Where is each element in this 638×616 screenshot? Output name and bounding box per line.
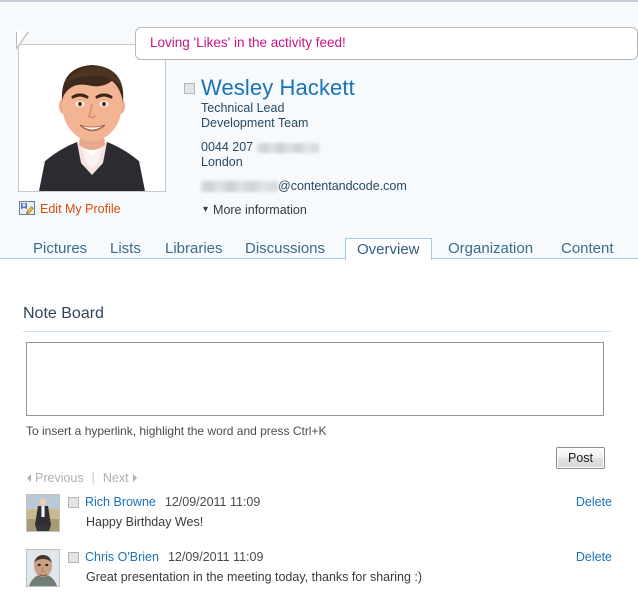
previous-arrow-icon [27,474,31,482]
post-button[interactable]: Post [556,447,605,469]
note-board-divider [23,331,612,332]
note-author-link[interactable]: Chris O'Brien [85,550,159,564]
tab-pictures[interactable]: Pictures [22,238,98,259]
note-board-pager: Previous | Next [27,471,137,485]
activity-callout-text: Loving 'Likes' in the activity feed! [150,35,346,50]
detail-spacer-1 [184,131,407,140]
note-body: Happy Birthday Wes! [86,515,204,529]
note-author-link[interactable]: Rich Browne [85,495,156,509]
profile-email-domain: @contentandcode.com [278,179,407,193]
pager-separator: | [91,471,95,485]
overview-content-panel: Note Board To insert a hyperlink, highli… [0,259,638,616]
tab-libraries[interactable]: Libraries [154,238,234,259]
profile-job-title: Technical Lead [201,101,285,115]
note-date: 12/09/2011 11:09 [164,495,261,509]
presence-indicator[interactable] [184,82,195,94]
profile-tabstrip: Pictures Lists Libraries Discussions Ove… [0,238,638,260]
tab-lists[interactable]: Lists [99,238,152,259]
profile-name-row: Wesley Hackett [184,75,407,101]
tab-organization[interactable]: Organization [437,238,544,259]
profile-location: London [201,155,243,169]
presence-indicator[interactable] [68,496,79,508]
presence-indicator[interactable] [68,551,79,563]
avatar-rich-browne[interactable] [26,494,60,532]
profile-photo-image [19,45,165,191]
callout-tail-fill [17,31,28,47]
edit-profile-icon [19,201,35,216]
activity-callout-bubble: Loving 'Likes' in the activity feed! [135,27,638,60]
more-information-label: More information [213,203,307,217]
note-board-input[interactable] [26,342,604,416]
tab-discussions[interactable]: Discussions [234,238,336,259]
profile-phone-redacted [256,142,319,153]
note-date: 12/09/2011 11:09 [167,550,264,564]
more-information-toggle[interactable]: ▾ More information [203,203,307,217]
next-arrow-icon [132,474,137,482]
note-board-hint: To insert a hyperlink, highlight the wor… [26,424,327,438]
tab-content[interactable]: Content [550,238,625,259]
profile-photo [18,44,166,192]
note-body: Great presentation in the meeting today,… [86,570,423,584]
note-header: Chris O'Brien 12/09/2011 11:09 [68,550,263,564]
profile-email-redacted [201,181,278,193]
edit-my-profile-link[interactable]: Edit My Profile [40,202,121,216]
profile-details: Wesley Hackett Technical Lead Developmen… [184,75,407,194]
profile-name-link[interactable]: Wesley Hackett [201,75,355,101]
note-delete-link[interactable]: Delete [576,550,612,564]
note-board-title: Note Board [23,305,104,322]
edit-my-profile-row[interactable]: Edit My Profile [19,201,121,216]
profile-department: Development Team [201,116,309,130]
next-page-link[interactable]: Next [103,471,129,485]
profile-phone: 0044 207 [201,140,407,155]
profile-email: @contentandcode.com [201,179,407,194]
profile-phone-prefix: 0044 207 [201,140,254,154]
note-header: Rich Browne 12/09/2011 11:09 [68,495,260,509]
avatar-chris-obrien[interactable] [26,549,60,587]
tab-overview[interactable]: Overview [345,238,432,260]
chevron-down-icon: ▾ [203,204,209,215]
note-delete-link[interactable]: Delete [576,495,612,509]
detail-spacer-2 [184,170,407,179]
previous-page-link[interactable]: Previous [35,471,84,485]
